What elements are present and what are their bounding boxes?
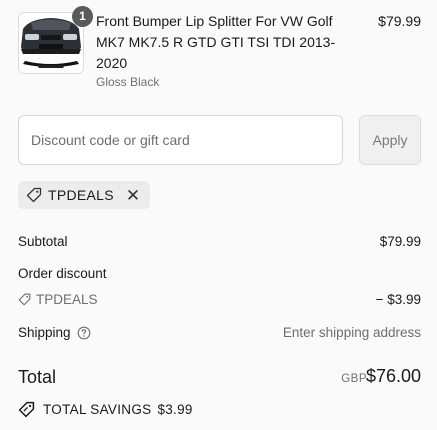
currency-code: GBP <box>341 373 367 385</box>
discount-code-line: TPDEALS <box>18 292 98 307</box>
discount-value: − $3.99 <box>375 292 421 307</box>
help-icon[interactable] <box>77 326 91 340</box>
total-savings: TOTAL SAVINGS $3.99 <box>18 401 193 418</box>
subtotal-label: Subtotal <box>18 234 68 249</box>
shipping-label: Shipping <box>18 325 71 340</box>
order-discount-label: Order discount <box>18 266 107 281</box>
total-amount: $76.00 <box>365 366 421 386</box>
product-title: Front Bumper Lip Splitter For VW Golf MK… <box>96 13 336 71</box>
subtotal-value: $79.99 <box>379 234 421 249</box>
product-thumbnail: 1 <box>18 6 93 74</box>
quantity-badge: 1 <box>72 6 93 27</box>
product-price: $79.99 <box>378 13 421 29</box>
tag-icon <box>18 293 31 306</box>
product-variant: Gloss Black <box>96 75 160 89</box>
applied-discount-chip: TPDEALS ✕ <box>18 181 151 209</box>
apply-discount-button[interactable]: Apply <box>359 115 421 165</box>
applied-discount-code: TPDEALS <box>48 187 114 203</box>
shipping-value: Enter shipping address <box>282 325 421 340</box>
close-icon[interactable]: ✕ <box>126 187 141 204</box>
savings-label: TOTAL SAVINGS <box>43 402 152 417</box>
tag-icon <box>26 187 42 203</box>
discount-code-text: TPDEALS <box>36 292 98 307</box>
total-label: Total <box>18 367 57 387</box>
discount-code-input[interactable] <box>18 115 343 165</box>
savings-tag-icon <box>18 401 35 418</box>
savings-value: $3.99 <box>157 402 193 417</box>
shipping-row-label: Shipping <box>18 325 91 340</box>
